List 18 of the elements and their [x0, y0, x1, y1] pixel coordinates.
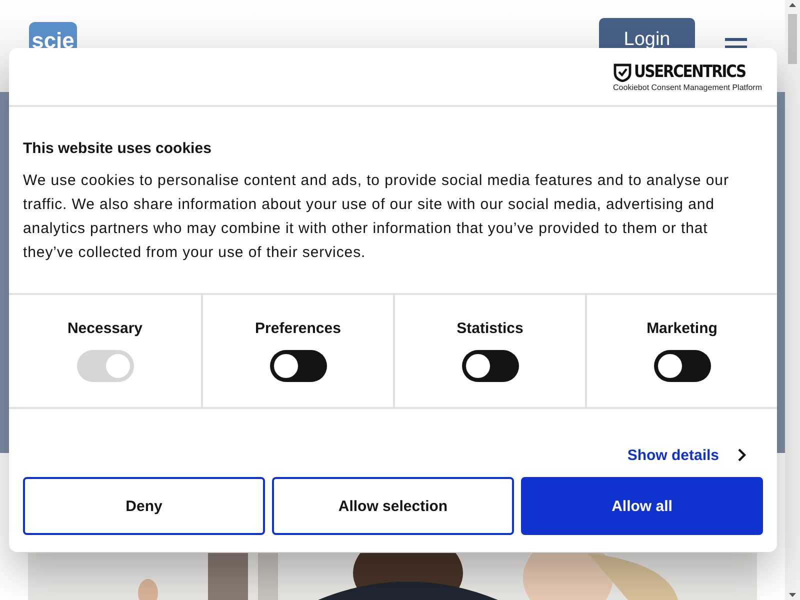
brand-tagline: Cookiebot Consent Management Platform — [613, 83, 762, 92]
scrollbar[interactable] — [785, 0, 800, 600]
consent-button[interactable]: Allow all — [521, 477, 763, 535]
scrollbar-thumb[interactable] — [788, 14, 797, 64]
category-label: Marketing — [646, 320, 718, 337]
category-label: Statistics — [456, 320, 524, 337]
dialog-text: We use cookies to personalise content and ads, to provide social media features and to analyse our traffic. We also share information about your use of our site with our social media, advertising and analytics partners who may combine it with other information that you’ve provided to them or that they’ve collected from your use of their services. — [23, 171, 730, 263]
show-details-link[interactable]: Show details — [627, 446, 719, 464]
toggle-switch[interactable] — [462, 350, 518, 382]
dialog-title: This website uses cookies — [23, 140, 212, 157]
consent-button[interactable]: Allow selection — [272, 477, 514, 535]
category-label: Preferences — [255, 320, 341, 337]
consent-button[interactable]: Deny — [23, 477, 265, 535]
toggle-switch[interactable] — [654, 350, 710, 382]
shield-check-icon — [613, 62, 632, 82]
toggle-switch[interactable] — [270, 350, 326, 382]
chevron-right-icon[interactable] — [737, 448, 747, 462]
category-label: Necessary — [67, 320, 143, 337]
